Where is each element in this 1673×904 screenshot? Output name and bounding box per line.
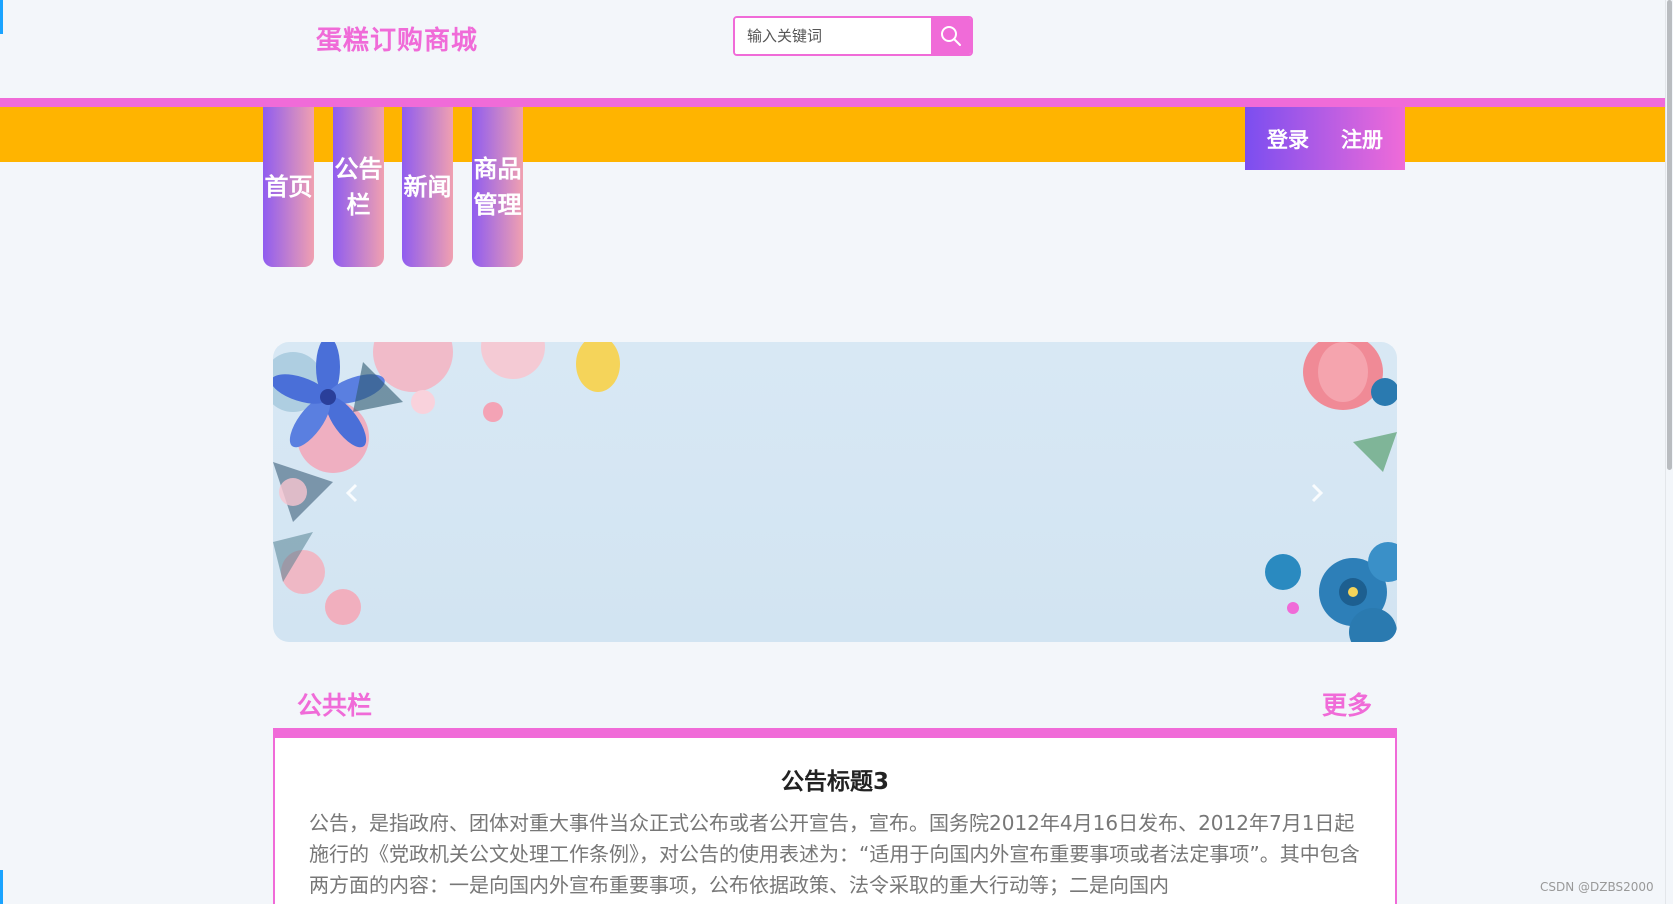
login-link[interactable]: 登录 bbox=[1267, 124, 1309, 154]
notice-title[interactable]: 公告标题3 bbox=[275, 762, 1395, 796]
notice-section-title: 公共栏 bbox=[297, 691, 373, 720]
header-divider bbox=[0, 98, 1665, 107]
chevron-right-icon bbox=[1311, 483, 1324, 503]
carousel-next-button[interactable] bbox=[1302, 478, 1332, 508]
site-title: 蛋糕订购商城 bbox=[316, 26, 479, 56]
search-button[interactable] bbox=[931, 18, 971, 54]
vertical-scrollbar[interactable] bbox=[1665, 0, 1673, 904]
notice-card: 公告标题3 公告，是指政府、团体对重大事件当众正式公布或者公开宣告，宣布。国务院… bbox=[273, 738, 1397, 904]
register-link[interactable]: 注册 bbox=[1341, 124, 1383, 154]
nav-item-label: 首页 bbox=[264, 173, 313, 201]
nav-item-product-management[interactable]: 商品管理 bbox=[472, 107, 523, 267]
notice-body: 公告，是指政府、团体对重大事件当众正式公布或者公开宣告，宣布。国务院2012年4… bbox=[309, 811, 1360, 897]
banner-carousel bbox=[273, 342, 1397, 642]
floral-banner-image bbox=[273, 342, 1397, 642]
left-edge-marker bbox=[0, 0, 3, 34]
search-input[interactable] bbox=[735, 18, 932, 54]
scrollbar-thumb[interactable] bbox=[1667, 0, 1672, 470]
nav-item-news[interactable]: 新闻 bbox=[402, 107, 453, 267]
left-edge-marker bbox=[0, 870, 3, 904]
chevron-left-icon bbox=[345, 483, 358, 503]
carousel-indicator-dot[interactable] bbox=[1287, 602, 1299, 614]
search-icon bbox=[941, 26, 961, 46]
auth-links: 登录 注册 bbox=[1245, 107, 1405, 170]
nav-item-label: 公告栏 bbox=[334, 155, 383, 219]
nav-item-label: 商品管理 bbox=[473, 155, 522, 219]
search-box bbox=[733, 16, 973, 56]
notice-section-bar bbox=[273, 728, 1397, 738]
watermark: CSDN @DZBS2000 bbox=[1540, 880, 1654, 894]
nav-item-home[interactable]: 首页 bbox=[263, 107, 314, 267]
more-link[interactable]: 更多 bbox=[1322, 686, 1372, 722]
carousel-prev-button[interactable] bbox=[337, 478, 367, 508]
nav-band bbox=[0, 107, 1665, 162]
nav-item-notice-board[interactable]: 公告栏 bbox=[333, 107, 384, 267]
nav-item-label: 新闻 bbox=[403, 173, 452, 201]
